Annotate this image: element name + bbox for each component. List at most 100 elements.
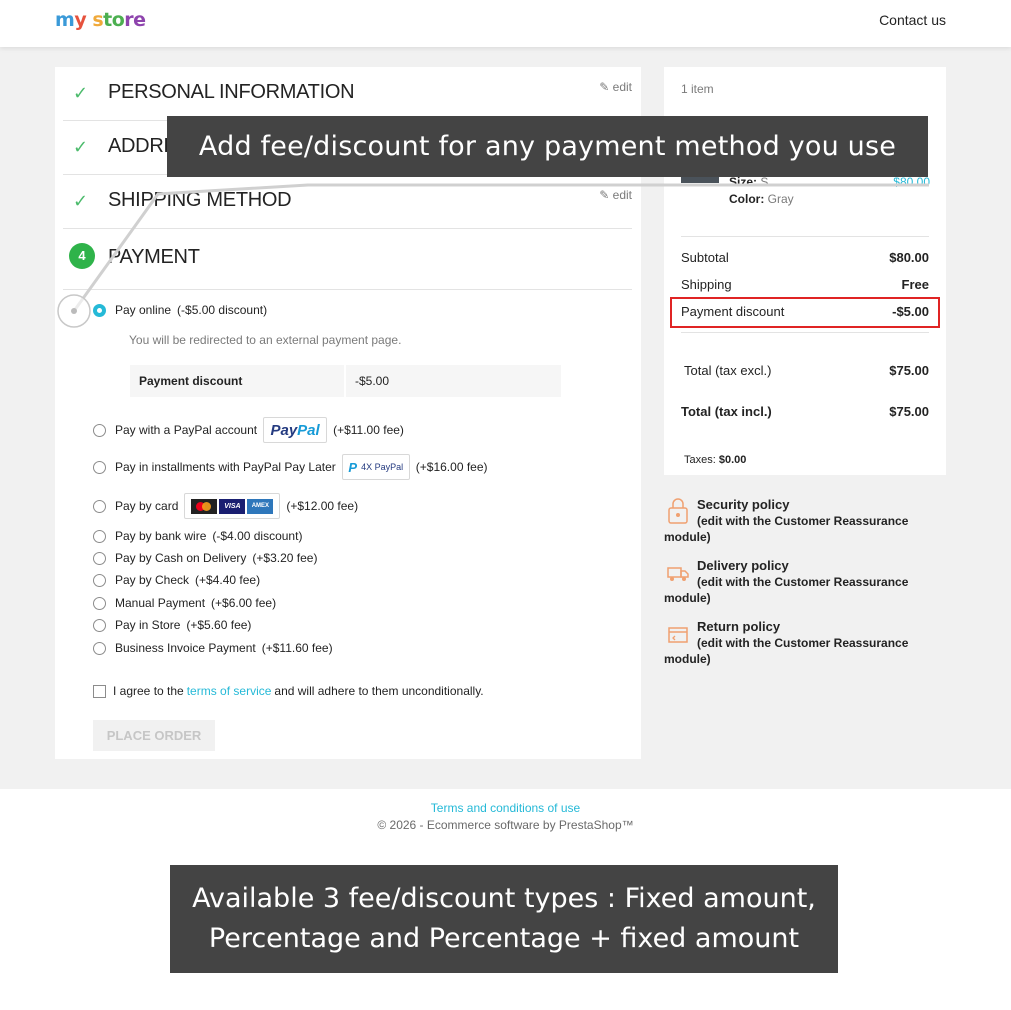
summary-row-total-tax-excl: Total (tax excl.) $75.00 — [684, 363, 929, 378]
radio-button[interactable] — [93, 529, 106, 543]
return-box-icon — [668, 627, 688, 643]
pencil-icon: ✎ — [599, 188, 610, 202]
logo-part: m — [55, 9, 75, 31]
logo-part: s — [86, 9, 104, 31]
discount-value-cell: -$5.00 — [346, 365, 561, 397]
reassurance-title: Delivery policy — [697, 558, 789, 573]
payment-option-card[interactable]: Pay by card VISA AMEX (+$12.00 fee) — [93, 493, 358, 519]
row-value: $75.00 — [889, 404, 929, 419]
attr-value: Gray — [767, 192, 794, 206]
row-label: Shipping — [681, 277, 732, 292]
paypal-logo-part: Pal — [297, 421, 320, 439]
callout-bottom-line: Available 3 fee/discount types : Fixed a… — [192, 883, 816, 914]
radio-button[interactable] — [93, 618, 106, 632]
logo-part: to — [103, 9, 125, 31]
reassurance-text: module) — [664, 652, 711, 666]
row-label: Total (tax excl.) — [684, 363, 772, 378]
terms-of-service-link[interactable]: terms of service — [187, 684, 272, 698]
payment-option-label: Pay in Store — [115, 618, 181, 632]
copyright: © 2026 - Ecommerce software by PrestaSho… — [377, 818, 634, 832]
summary-row-total-tax-incl: Total (tax incl.) $75.00 — [681, 404, 929, 419]
place-order-button[interactable]: PLACE ORDER — [93, 720, 215, 751]
payment-option-bank-wire[interactable]: Pay by bank wire (-$4.00 discount) — [93, 526, 302, 546]
payment-option-manual[interactable]: Manual Payment (+$6.00 fee) — [93, 593, 276, 613]
reassurance-text: (edit with the Customer Reassurance — [697, 514, 909, 528]
step-shipping-method[interactable]: ✓ SHIPPING METHOD ✎ edit — [63, 175, 632, 229]
store-logo[interactable]: my store — [55, 9, 146, 31]
radio-button-selected[interactable] — [93, 303, 106, 317]
payment-discount-highlight — [670, 297, 940, 328]
radio-button[interactable] — [93, 499, 106, 513]
payment-option-fee: (-$4.00 discount) — [212, 529, 303, 543]
step-personal-information[interactable]: ✓ PERSONAL INFORMATION ✎ edit — [63, 67, 632, 121]
paypal-logo-part: Pay — [270, 421, 298, 439]
pay-later-text: 4X PayPal — [361, 462, 404, 472]
step-number-badge: 4 — [69, 243, 95, 269]
card-logos: VISA AMEX — [184, 493, 281, 519]
product-color: Color: Gray — [729, 192, 794, 206]
reassurance-title: Security policy — [697, 497, 790, 512]
radio-button[interactable] — [93, 596, 106, 610]
payment-option-pay-online[interactable]: Pay online (-$5.00 discount) — [93, 300, 267, 320]
product-size: Size: S — [729, 175, 768, 189]
radio-button[interactable] — [93, 460, 106, 474]
payment-option-paypal-pay-later[interactable]: Pay in installments with PayPal Pay Late… — [93, 454, 488, 480]
payment-option-paypal[interactable]: Pay with a PayPal account Pay Pal (+$11.0… — [93, 417, 404, 443]
reassurance-text: module) — [664, 530, 711, 544]
payment-option-check[interactable]: Pay by Check (+$4.40 fee) — [93, 570, 260, 590]
callout-bottom-line: Percentage and Percentage + fixed amount — [208, 923, 800, 954]
row-value: $80.00 — [889, 250, 929, 265]
row-value: $75.00 — [889, 363, 929, 378]
edit-button[interactable]: ✎ edit — [599, 188, 632, 202]
payment-option-fee: (+$6.00 fee) — [211, 596, 277, 610]
taxes-value: $0.00 — [718, 454, 747, 466]
radio-button[interactable] — [93, 551, 106, 565]
step-title: PERSONAL INFORMATION — [108, 81, 355, 103]
radio-button[interactable] — [93, 641, 106, 655]
pencil-icon: ✎ — [599, 80, 610, 94]
attr-value: S — [760, 175, 769, 189]
product-price[interactable]: $80.00 — [893, 175, 930, 189]
payment-option-label: Business Invoice Payment — [115, 641, 256, 655]
terms-agreement: I agree to the terms of service and will… — [93, 684, 484, 698]
terms-conditions-link[interactable]: Terms and conditions of use — [0, 801, 1011, 815]
divider — [681, 332, 929, 333]
agree-text: and will adhere to them unconditionally. — [274, 684, 484, 698]
reassurance-text: (edit with the Customer Reassurance — [697, 636, 909, 650]
payment-option-label: Pay by card — [115, 499, 179, 513]
agree-text: I agree to the — [113, 684, 184, 698]
payment-option-business-invoice[interactable]: Business Invoice Payment (+$11.60 fee) — [93, 638, 333, 658]
step-payment: 4 PAYMENT — [63, 230, 632, 290]
logo-part: re — [124, 9, 146, 31]
divider — [681, 236, 929, 237]
row-label: Subtotal — [681, 250, 729, 265]
truck-icon — [667, 567, 689, 581]
summary-row-subtotal: Subtotal $80.00 — [681, 250, 929, 265]
payment-option-fee: (+$3.20 fee) — [252, 551, 318, 565]
reassurance-delivery: Delivery policy (edit with the Customer … — [664, 558, 934, 606]
terms-checkbox[interactable] — [93, 684, 106, 698]
row-label: Total (tax incl.) — [681, 404, 772, 419]
reassurance-security: Security policy (edit with the Customer … — [664, 497, 934, 545]
visa-icon: VISA — [219, 498, 246, 514]
redirect-info: You will be redirected to an external pa… — [129, 333, 402, 347]
payment-option-fee: (+$11.00 fee) — [333, 423, 404, 437]
taxes-label: Taxes: — [684, 454, 716, 466]
payment-option-in-store[interactable]: Pay in Store (+$5.60 fee) — [93, 615, 251, 635]
payment-option-fee: (+$12.00 fee) — [286, 499, 359, 513]
check-icon: ✓ — [73, 191, 89, 211]
reassurance-text: (edit with the Customer Reassurance — [697, 575, 909, 589]
paypal-pay-later-logo: P 4X PayPal — [341, 454, 410, 480]
attr-label: Color: — [729, 192, 765, 206]
radio-button[interactable] — [93, 573, 106, 587]
payment-option-label: Pay in installments with PayPal Pay Late… — [115, 460, 336, 474]
paypal-icon: P — [348, 459, 358, 475]
edit-button[interactable]: ✎ edit — [599, 80, 632, 94]
callout-bottom: Available 3 fee/discount types : Fixed a… — [170, 865, 838, 973]
radio-button[interactable] — [93, 423, 106, 437]
contact-us-link[interactable]: Contact us — [879, 12, 946, 28]
payment-option-cash-on-delivery[interactable]: Pay by Cash on Delivery (+$3.20 fee) — [93, 548, 317, 568]
payment-option-label: Pay online — [115, 303, 172, 317]
reassurance-title: Return policy — [697, 619, 781, 634]
payment-option-label: Manual Payment — [115, 596, 206, 610]
